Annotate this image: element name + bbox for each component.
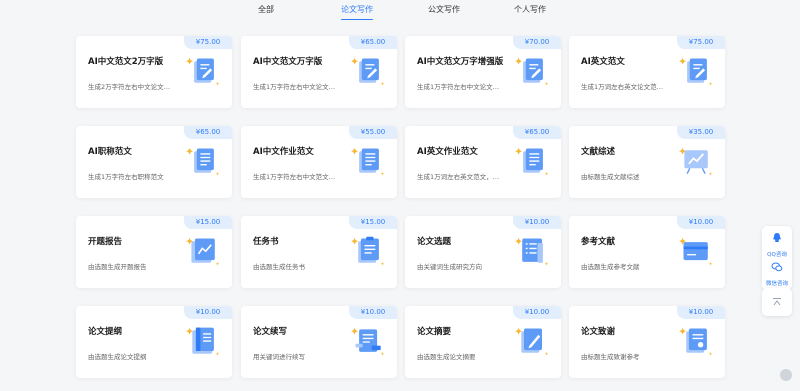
- price-badge: ¥10.00: [677, 306, 725, 319]
- document-lines-icon: [186, 147, 220, 176]
- card-icon: [679, 237, 713, 266]
- card-title: 开题报告: [88, 237, 123, 247]
- card-title: 论文续写: [253, 327, 288, 337]
- product-card[interactable]: ¥15.00 任务书由选题生成任务书: [241, 216, 397, 288]
- tab-all[interactable]: 全部: [258, 4, 274, 15]
- card-title: 论文选题: [417, 237, 452, 247]
- card-description: 用关键词进行续写: [253, 353, 305, 361]
- product-card[interactable]: ¥10.00 参考文献由选题生成参考文献: [569, 216, 725, 288]
- document-lines-icon: [351, 147, 385, 176]
- abstract-pencil-icon: [515, 327, 549, 356]
- price-badge: ¥10.00: [349, 306, 397, 319]
- price-badge: ¥35.00: [677, 126, 725, 139]
- price-badge: ¥10.00: [677, 216, 725, 229]
- card-title: 论文提纲: [88, 327, 123, 337]
- corner-badge-icon: [780, 369, 792, 381]
- product-card[interactable]: ¥10.00 论文致谢由标题生成致谢参考: [569, 306, 725, 378]
- product-card[interactable]: ¥10.00 论文选题由关键词生成研究方向: [405, 216, 561, 288]
- wechat-icon: [771, 262, 783, 272]
- wechat-consult-label: 微信咨询: [765, 281, 788, 287]
- card-title: 任务书: [253, 237, 279, 247]
- tab-paper-writing[interactable]: 论文写作: [341, 4, 373, 20]
- product-card[interactable]: ¥10.00 论文提纲由选题生成论文提纲: [76, 306, 232, 378]
- back-to-top-icon: [773, 298, 781, 306]
- thanks-document-icon: [679, 327, 713, 356]
- card-title: AI职称范文: [88, 147, 132, 157]
- document-pencil-icon: [351, 57, 385, 86]
- card-title: AI中文作业范文: [253, 147, 314, 157]
- product-card[interactable]: ¥65.00 AI英文作业范文生成1万词左右英文范文，…: [405, 126, 561, 198]
- card-title: AI英文范文: [581, 57, 625, 67]
- price-badge: ¥10.00: [513, 216, 561, 229]
- card-description: 生成1万字符左右中文论文…: [253, 83, 336, 91]
- card-title: 参考文献: [581, 237, 616, 247]
- product-card[interactable]: ¥75.00 AI英文范文生成1万词左右英文论文范…: [569, 36, 725, 108]
- card-description: 由标题生成致谢参考: [581, 353, 640, 361]
- price-badge: ¥10.00: [513, 306, 561, 319]
- price-badge: ¥15.00: [184, 216, 232, 229]
- chart-board-icon: [679, 147, 713, 176]
- card-title: AI中文范文万字版: [253, 57, 323, 67]
- tab-official-writing[interactable]: 公文写作: [428, 4, 460, 15]
- card-title: AI中文范文2万字版: [88, 57, 164, 67]
- qq-consult-button[interactable]: QQ咨询: [762, 229, 792, 259]
- card-description: 生成1万词左右英文范文，…: [417, 173, 500, 181]
- price-badge: ¥65.00: [513, 126, 561, 139]
- task-document-icon: [351, 236, 385, 266]
- product-card[interactable]: ¥10.00 论文摘要由选题生成论文摘要: [405, 306, 561, 378]
- card-title: AI中文范文万字增强版: [417, 57, 504, 67]
- price-badge: ¥55.00: [349, 126, 397, 139]
- back-to-top-button[interactable]: [762, 288, 792, 316]
- price-badge: ¥75.00: [677, 36, 725, 49]
- price-badge: ¥75.00: [184, 36, 232, 49]
- card-description: 由选题生成任务书: [253, 263, 305, 271]
- category-tabs: 全部 论文写作 公文写作 个人写作: [0, 0, 800, 20]
- document-lines-icon: [515, 147, 549, 176]
- document-pencil-icon: [515, 57, 549, 86]
- card-title: 文献综述: [581, 147, 616, 157]
- continue-write-icon: [351, 327, 385, 356]
- product-card[interactable]: ¥65.00 AI中文范文万字版生成1万字符左右中文论文…: [241, 36, 397, 108]
- price-badge: ¥65.00: [349, 36, 397, 49]
- card-title: 论文摘要: [417, 327, 452, 337]
- price-badge: ¥70.00: [513, 36, 561, 49]
- qq-consult-label: QQ咨询: [767, 252, 787, 258]
- tab-personal-writing[interactable]: 个人写作: [514, 4, 546, 15]
- price-badge: ¥65.00: [184, 126, 232, 139]
- card-description: 由标题生成文献综述: [581, 173, 640, 181]
- product-card[interactable]: ¥15.00 开题报告由选题生成开题报告: [76, 216, 232, 288]
- card-description: 生成1万字符左右职称范文: [88, 173, 164, 181]
- card-description: 生成1万词左右英文论文范…: [581, 83, 664, 91]
- product-card[interactable]: ¥35.00 文献综述由标题生成文献综述: [569, 126, 725, 198]
- document-pencil-icon: [679, 57, 713, 86]
- card-title: AI英文作业范文: [417, 147, 478, 157]
- product-card[interactable]: ¥75.00 AI中文范文2万字版 生成2万字符左右中文论文…: [76, 36, 232, 108]
- report-chart-icon: [186, 237, 220, 266]
- outline-document-icon: [186, 327, 220, 356]
- document-pencil-icon: [186, 57, 220, 86]
- wechat-consult-button[interactable]: 微信咨询: [762, 258, 792, 288]
- card-description: 由选题生成论文摘要: [417, 353, 476, 361]
- product-card[interactable]: ¥65.00 AI职称范文生成1万字符左右职称范文: [76, 126, 232, 198]
- price-badge: ¥15.00: [349, 216, 397, 229]
- price-badge: ¥10.00: [184, 306, 232, 319]
- card-description: 生成1万字符左右中文范文…: [253, 173, 336, 181]
- product-card[interactable]: ¥10.00 论文续写用关键词进行续写: [241, 306, 397, 378]
- qq-icon: [773, 233, 781, 242]
- product-card[interactable]: ¥70.00 AI中文范文万字增强版 生成1万字符左右中文论文…: [405, 36, 561, 108]
- card-description: 由选题生成参考文献: [581, 263, 640, 271]
- card-description: 由关键词生成研究方向: [417, 263, 482, 271]
- card-description: 由选题生成开题报告: [88, 263, 147, 271]
- card-description: 由选题生成论文提纲: [88, 353, 147, 361]
- card-description: 生成2万字符左右中文论文…: [88, 83, 171, 91]
- product-card[interactable]: ¥55.00 AI中文作业范文生成1万字符左右中文范文…: [241, 126, 397, 198]
- card-title: 论文致谢: [581, 327, 616, 337]
- list-document-icon: [515, 237, 549, 266]
- card-description: 生成1万字符左右中文论文…: [417, 83, 500, 91]
